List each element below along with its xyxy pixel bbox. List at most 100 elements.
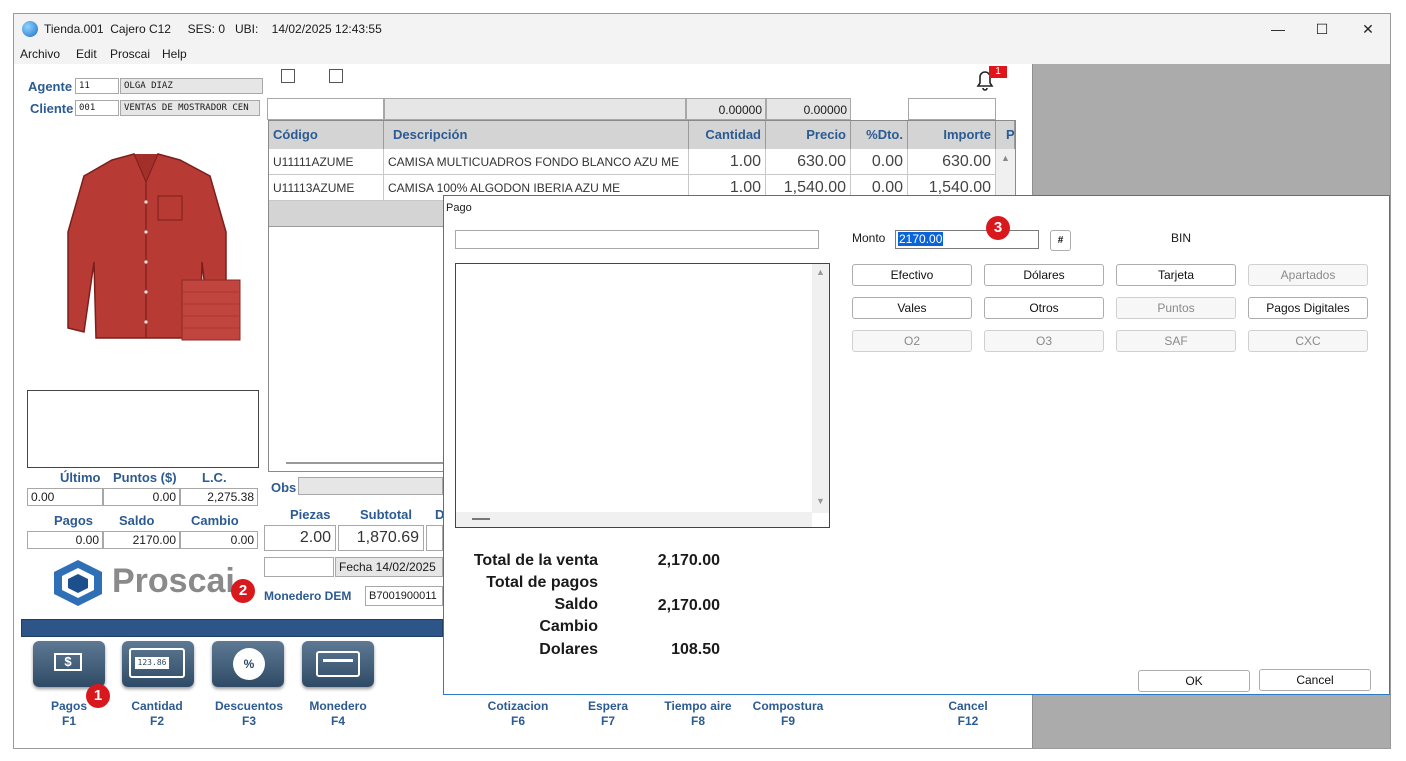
top-extra-field[interactable] <box>908 98 996 120</box>
tarjeta-button[interactable]: Tarjeta <box>1116 264 1236 286</box>
cxc-button[interactable]: CXC <box>1248 330 1368 352</box>
col-header-cantidad[interactable]: Cantidad <box>689 121 766 149</box>
saldo-total-label: Saldo <box>554 596 598 613</box>
obs-field[interactable] <box>298 477 443 495</box>
menu-archivo[interactable]: Archivo <box>20 47 60 61</box>
pago-dialog-title: Pago <box>446 202 472 214</box>
cambio-total-label: Cambio <box>539 618 598 635</box>
pagos-label: Pagos <box>54 513 94 528</box>
agente-label: Agente <box>28 79 73 94</box>
search-desc-field <box>384 98 686 120</box>
search-code-field[interactable] <box>267 98 384 120</box>
col-header-importe[interactable]: Importe <box>908 121 996 149</box>
scroll-up-icon[interactable]: ▲ <box>1001 153 1010 163</box>
notes-box[interactable] <box>27 390 259 468</box>
lc-label: L.C. <box>202 470 227 485</box>
table-row-1-cantidad[interactable]: 1.00 <box>689 149 766 175</box>
espera-label-footer[interactable]: Espera F7 <box>563 699 653 729</box>
col-header-descripcion[interactable]: Descripción <box>384 121 689 149</box>
product-image <box>50 152 245 347</box>
d-field <box>426 525 443 551</box>
descuentos-label-footer: Descuentos F3 <box>214 699 284 728</box>
table-row-1-precio[interactable]: 630.00 <box>766 149 851 175</box>
otros-button[interactable]: Otros <box>984 297 1104 319</box>
agente-name-field: OLGA DIAZ <box>120 78 263 94</box>
table-row-1-descripcion[interactable]: CAMISA MULTICUADROS FONDO BLANCO AZU ME <box>384 149 689 175</box>
puntos-button[interactable]: Puntos <box>1116 297 1236 319</box>
table-row-1-importe[interactable]: 630.00 <box>908 149 996 175</box>
menu-edit[interactable]: Edit <box>76 47 97 61</box>
subtotal-label: Subtotal <box>360 507 412 522</box>
monedero-field[interactable]: B7001900011 <box>365 586 443 606</box>
payments-list-scrollbar[interactable] <box>812 264 829 513</box>
apartados-button[interactable]: Apartados <box>1248 264 1368 286</box>
col-header-dto[interactable]: %Dto. <box>851 121 908 149</box>
saldo-label: Saldo <box>119 513 155 528</box>
pagos-digitales-button[interactable]: Pagos Digitales <box>1248 297 1368 319</box>
date-left-field[interactable] <box>264 557 334 577</box>
fecha-field: Fecha 14/02/2025 <box>335 557 443 577</box>
cancel-label-footer[interactable]: Cancel F12 <box>923 699 1013 729</box>
o3-button[interactable]: O3 <box>984 330 1104 352</box>
monto-value: 2170.00 <box>898 232 944 246</box>
col-header-precio[interactable]: Precio <box>766 121 851 149</box>
compostura-label-footer[interactable]: Compostura F9 <box>743 699 833 729</box>
close-button[interactable]: ✕ <box>1345 14 1391 44</box>
window-title: Tienda.001 Cajero C12 SES: 0 UBI: 14/02/… <box>44 22 382 36</box>
saldo-field: 2170.00 <box>103 531 180 549</box>
annotation-badge-1: 1 <box>86 684 110 708</box>
agente-code-field[interactable]: 11 <box>75 78 119 94</box>
minimize-button[interactable]: — <box>1255 14 1301 44</box>
calculator-icon: 123.86 <box>129 648 185 678</box>
monto-input[interactable]: 2170.00 <box>895 230 1039 249</box>
status-bar <box>21 619 443 637</box>
scroll-down-icon[interactable]: ▼ <box>816 496 825 506</box>
saf-button[interactable]: SAF <box>1116 330 1236 352</box>
dolares-total-label: Dolares <box>539 641 598 658</box>
cliente-name-field: VENTAS DE MOSTRADOR CEN <box>120 100 260 116</box>
o2-button[interactable]: O2 <box>852 330 972 352</box>
vales-button[interactable]: Vales <box>852 297 972 319</box>
grid-hscrollbar[interactable] <box>286 462 443 464</box>
ultimo-label: Último <box>60 470 101 485</box>
payment-reference-input[interactable] <box>455 230 819 249</box>
cantidad-label-footer: Cantidad F2 <box>131 699 183 728</box>
payments-list[interactable] <box>455 263 830 528</box>
ultimo-field: 0.00 <box>27 488 103 506</box>
ok-button[interactable]: OK <box>1138 670 1250 692</box>
col-header-p[interactable]: P <box>996 121 1015 149</box>
discount-icon: % <box>233 648 265 680</box>
annotation-badge-3: 3 <box>986 216 1010 240</box>
efectivo-button[interactable]: Efectivo <box>852 264 972 286</box>
scroll-up-icon[interactable]: ▲ <box>816 267 825 277</box>
subtotal-field: 1,870.69 <box>338 525 424 551</box>
tiempo-aire-label-footer[interactable]: Tiempo aire F8 <box>653 699 743 729</box>
proscai-logo-icon <box>50 558 106 608</box>
wallet-card-icon <box>316 651 360 677</box>
top-price-field: 0.00000 <box>766 98 851 120</box>
menu-proscai[interactable]: Proscai <box>110 47 150 61</box>
pagos-field: 0.00 <box>27 531 103 549</box>
proscai-logo-text: Proscai <box>112 562 235 600</box>
table-row-new[interactable] <box>269 201 443 227</box>
maximize-button[interactable]: ☐ <box>1299 14 1345 44</box>
table-row-1-codigo[interactable]: U11111AZUME <box>269 149 384 175</box>
col-header-codigo[interactable]: Código <box>269 121 384 149</box>
top-qty-field: 0.00000 <box>686 98 766 120</box>
cliente-label: Cliente <box>30 101 74 116</box>
cancel-button[interactable]: Cancel <box>1259 669 1371 691</box>
piezas-label: Piezas <box>290 507 331 522</box>
cliente-code-field[interactable]: 001 <box>75 100 119 116</box>
money-icon: $ <box>54 653 82 671</box>
payments-list-hscrollbar[interactable] <box>456 512 812 527</box>
table-row-1-dto[interactable]: 0.00 <box>851 149 908 175</box>
total-venta-label: Total de la venta <box>473 552 598 569</box>
total-pagos-label: Total de pagos <box>486 574 598 591</box>
hash-button[interactable]: # <box>1050 230 1071 251</box>
cotizacion-label-footer[interactable]: Cotizacion F6 <box>473 699 563 729</box>
option-checkbox-2[interactable] <box>329 69 343 83</box>
menu-help[interactable]: Help <box>162 47 187 61</box>
table-row-2-codigo[interactable]: U11113AZUME <box>269 175 384 201</box>
dolares-button[interactable]: Dólares <box>984 264 1104 286</box>
option-checkbox-1[interactable] <box>281 69 295 83</box>
